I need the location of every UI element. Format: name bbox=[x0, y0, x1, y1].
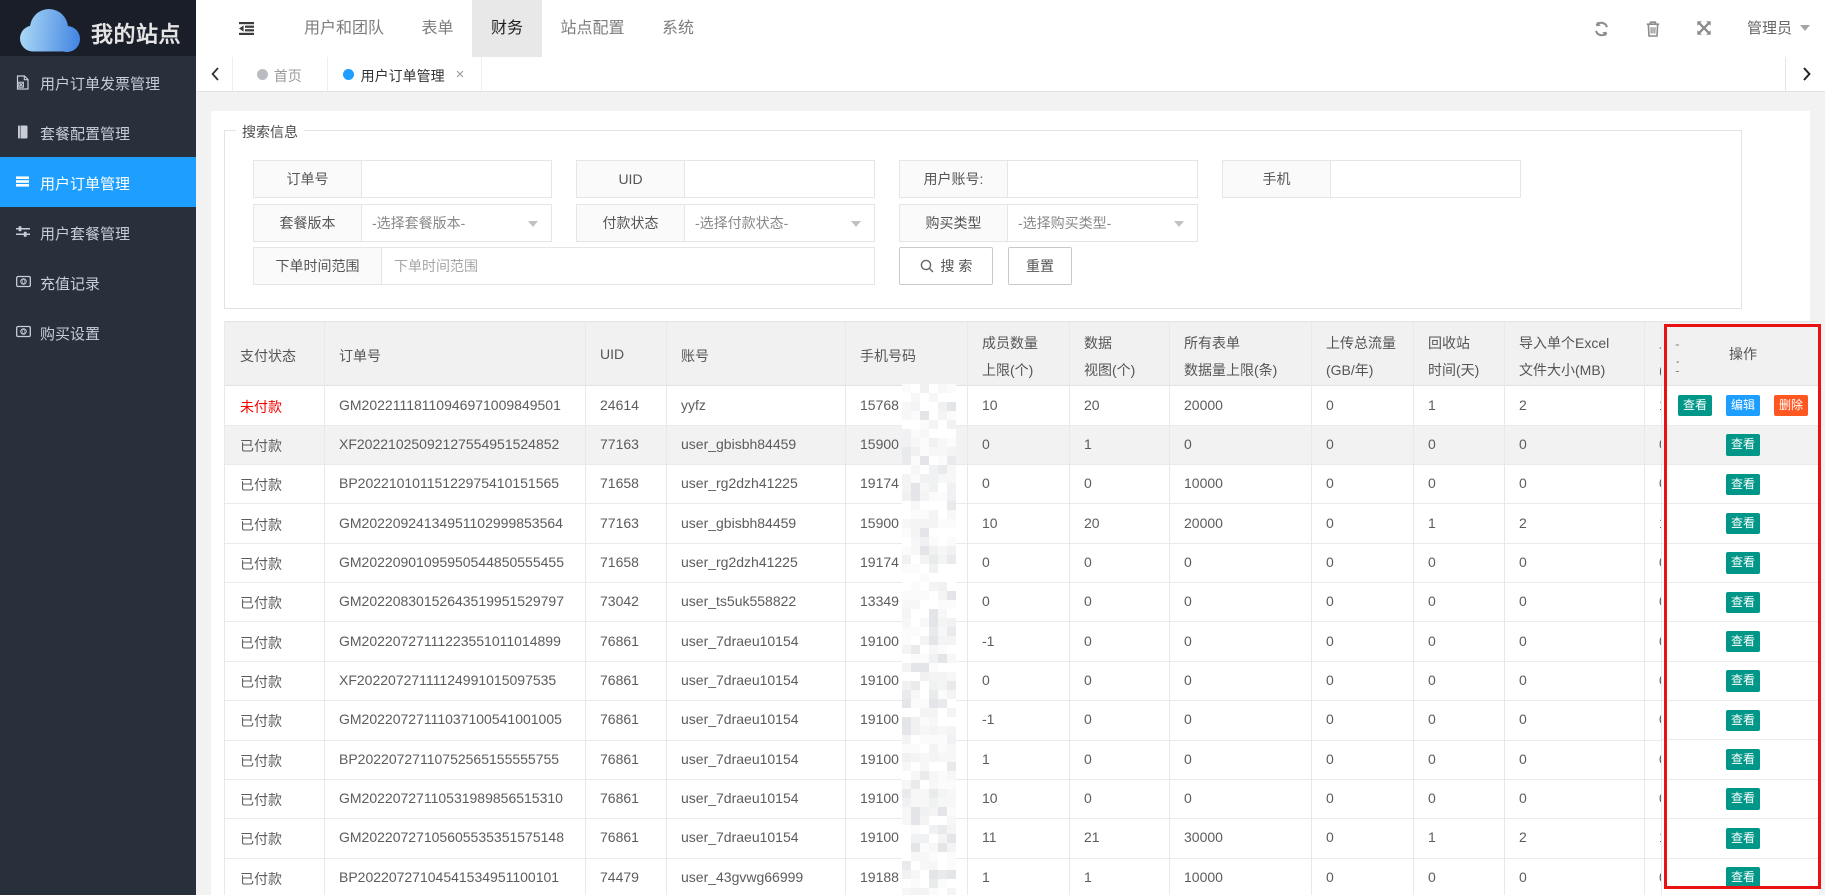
svg-text:0: 0 bbox=[22, 330, 25, 336]
svg-text:0: 0 bbox=[22, 280, 25, 286]
